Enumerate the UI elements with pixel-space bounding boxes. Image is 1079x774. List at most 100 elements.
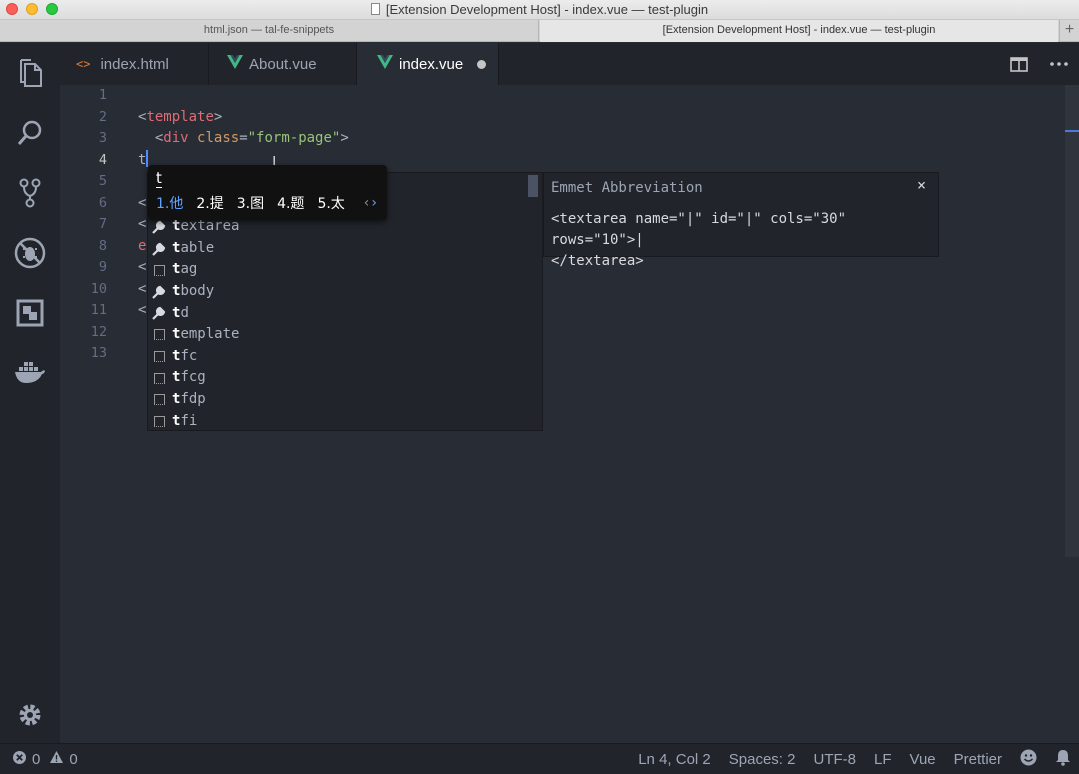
details-close-icon[interactable]: × — [917, 176, 926, 194]
suggestion-rest: fdp — [180, 391, 206, 407]
suggestion-details-panel: Emmet Abbreviation × <textarea name="|" … — [543, 172, 939, 269]
code-line-2: <template> — [138, 107, 222, 129]
wrench-icon — [152, 242, 166, 256]
text-cursor — [146, 149, 149, 167]
problems-indicator[interactable]: 0 0 — [12, 744, 78, 774]
tab-label: index.html — [100, 55, 169, 73]
suggestion-item[interactable]: t body — [148, 281, 528, 303]
suggestion-item[interactable]: t fdp — [148, 389, 528, 411]
code-line-8: e — [138, 237, 147, 254]
snippet-icon — [152, 414, 166, 428]
code-typed-text: t — [138, 151, 147, 168]
suggestion-match: t — [172, 283, 181, 299]
suggest-scrollbar[interactable] — [528, 175, 538, 197]
suggestion-item[interactable]: t fcg — [148, 367, 528, 389]
code-line-6: < — [138, 194, 147, 211]
code-string: "form-page" — [247, 130, 341, 146]
editor-scrollbar[interactable] — [1065, 85, 1079, 557]
suggestion-item[interactable]: t ag — [148, 259, 528, 281]
suggestion-rest: emplate — [180, 326, 240, 343]
line-number: 1 — [98, 87, 107, 103]
suggestion-match: t — [172, 412, 181, 429]
split-editor-icon[interactable] — [999, 56, 1039, 72]
snippet-icon — [152, 371, 166, 385]
suggestion-item[interactable]: t emplate — [148, 324, 528, 346]
suggestion-rest: ag — [180, 261, 198, 278]
suggestion-item[interactable]: td — [148, 303, 528, 325]
ime-candidate[interactable]: 2.提 — [196, 193, 223, 213]
ime-candidate[interactable]: 3.图 — [237, 193, 264, 213]
window-tab-extension-host[interactable]: [Extension Development Host] - index.vue… — [540, 20, 1058, 42]
html-file-icon: <> — [76, 57, 91, 71]
activity-bar — [0, 43, 60, 743]
code-line-4: t — [138, 149, 149, 172]
code-line-11: < — [138, 302, 147, 318]
line-number: 6 — [98, 194, 107, 211]
unsaved-dot-icon[interactable] — [477, 59, 487, 69]
formatter[interactable]: Prettier — [954, 751, 1002, 768]
tab-index-vue[interactable]: index.vue — [357, 43, 499, 85]
indentation[interactable]: Spaces: 2 — [729, 751, 796, 768]
code-punct: = — [239, 130, 248, 146]
ime-composition: t — [156, 169, 162, 188]
ime-candidate-list: 1.他 2.提 3.图 4.题 5.太 — [156, 193, 345, 213]
line-number: 13 — [90, 345, 107, 361]
suggestion-item[interactable]: t fi — [148, 411, 528, 433]
end-of-line[interactable]: LF — [874, 751, 892, 768]
code-line-3: <div class="form-page"> — [138, 128, 349, 150]
cursor-position[interactable]: Ln 4, Col 2 — [638, 751, 711, 768]
ime-candidate[interactable]: 4.题 — [277, 193, 304, 213]
source-control-icon[interactable] — [0, 173, 60, 213]
suggestion-match: t — [172, 261, 181, 278]
snippet-icon — [152, 328, 166, 342]
suggestion-rest: fcg — [180, 369, 206, 386]
search-icon[interactable] — [0, 113, 60, 153]
line-number: 9 — [98, 259, 107, 275]
tab-about-vue[interactable]: About.vue — [209, 43, 357, 85]
code-line-7: < — [138, 216, 147, 232]
suggestion-item[interactable]: t able — [148, 238, 528, 260]
ime-candidate[interactable]: 5.太 — [317, 193, 344, 213]
line-number: 11 — [90, 302, 107, 318]
debug-icon[interactable] — [0, 233, 60, 273]
extensions-icon[interactable] — [0, 293, 60, 333]
encoding[interactable]: UTF-8 — [813, 751, 856, 768]
snippet-icon — [152, 350, 166, 364]
code-tag: template — [146, 108, 214, 125]
suggestion-item[interactable]: t fc — [148, 346, 528, 368]
explorer-icon[interactable] — [0, 53, 60, 93]
docker-icon[interactable] — [0, 353, 60, 393]
suggestion-match: t — [172, 326, 181, 343]
details-title: Emmet Abbreviation — [551, 180, 703, 196]
window-tab-html-json[interactable]: html.json — tal-fe-snippets — [0, 20, 539, 42]
details-body: <textarea name="|" id="|" cols="30" rows… — [551, 211, 847, 269]
tab-label: index.vue — [399, 55, 464, 73]
ime-candidate-window[interactable]: t 1.他 2.提 3.图 4.题 5.太 ‹› — [148, 165, 387, 220]
suggestion-match: t — [172, 347, 181, 364]
code-punct: > — [213, 108, 223, 125]
gear-icon[interactable] — [0, 695, 60, 735]
suggestion-match: t — [172, 239, 181, 256]
tab-index-html[interactable]: <> index.html — [60, 43, 209, 85]
feedback-smiley-icon[interactable] — [1020, 749, 1037, 770]
code-attr: class — [197, 130, 240, 146]
suggestion-match: t — [172, 369, 181, 386]
suggestion-match: t — [172, 304, 181, 321]
line-number: 2 — [98, 108, 107, 125]
line-number-active: 4 — [98, 151, 107, 168]
suggestion-rest: able — [180, 239, 215, 256]
editor-actions — [999, 43, 1079, 85]
error-count: 0 — [32, 750, 41, 768]
code-editor[interactable]: 1 2 3 4 5 6 7 8 9 10 11 12 13 <template>… — [60, 85, 1079, 743]
ime-page-nav: ‹› — [364, 195, 379, 211]
new-window-tab-button[interactable]: + — [1059, 20, 1079, 42]
editor-tab-bar: <> index.html About.vue index.vue — [60, 43, 1079, 85]
language-mode[interactable]: Vue — [910, 751, 936, 768]
window-title-wrap: [Extension Development Host] - index.vue… — [0, 2, 1079, 17]
more-actions-icon[interactable] — [1039, 62, 1079, 66]
line-number: 12 — [90, 323, 107, 340]
ime-next-page-icon[interactable]: › — [371, 195, 379, 211]
notifications-bell-icon[interactable] — [1055, 749, 1071, 770]
ime-candidate[interactable]: 1.他 — [156, 193, 183, 213]
